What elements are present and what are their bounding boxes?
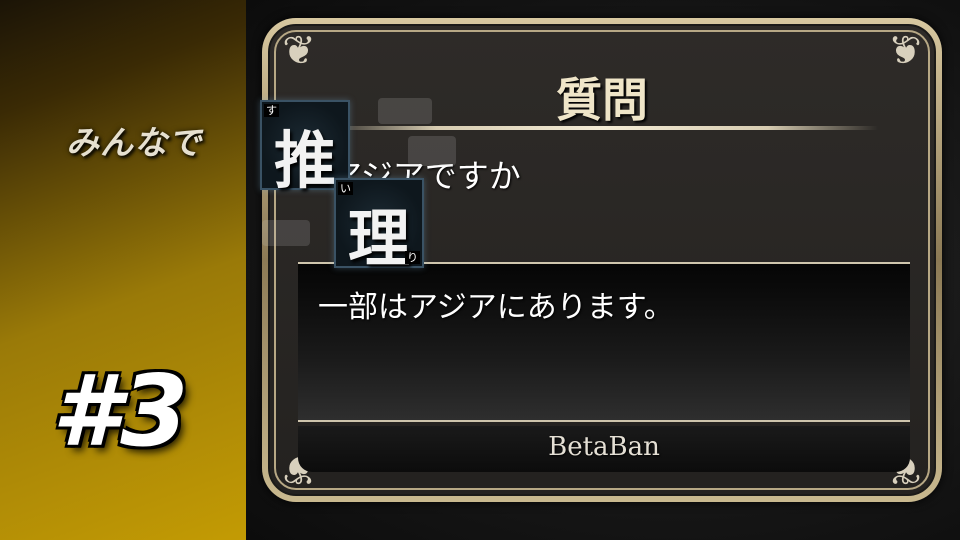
dialog-title: 質問 xyxy=(556,73,648,127)
speaker-bar: BetaBan xyxy=(298,426,910,472)
furigana-su: す xyxy=(264,104,279,117)
kanji-ri: 理 xyxy=(347,202,410,275)
episode-number: #3 xyxy=(52,355,189,469)
answer-box: 一部はアジアにあります。 xyxy=(298,262,910,422)
furigana-i: い xyxy=(338,182,353,195)
ghost-tile xyxy=(408,136,456,166)
answer-text: 一部はアジアにあります。 xyxy=(318,290,674,325)
kanji-tile-ri: 理 い り xyxy=(334,178,424,275)
ghost-tile xyxy=(262,220,310,246)
speaker-name: BetaBan xyxy=(548,432,660,462)
banner-subtitle: みんなで xyxy=(66,123,202,162)
ghost-tile xyxy=(378,98,432,124)
title-divider xyxy=(326,126,878,130)
furigana-ri: り xyxy=(405,251,420,264)
kanji-tile-sui: 推 す xyxy=(260,100,350,197)
